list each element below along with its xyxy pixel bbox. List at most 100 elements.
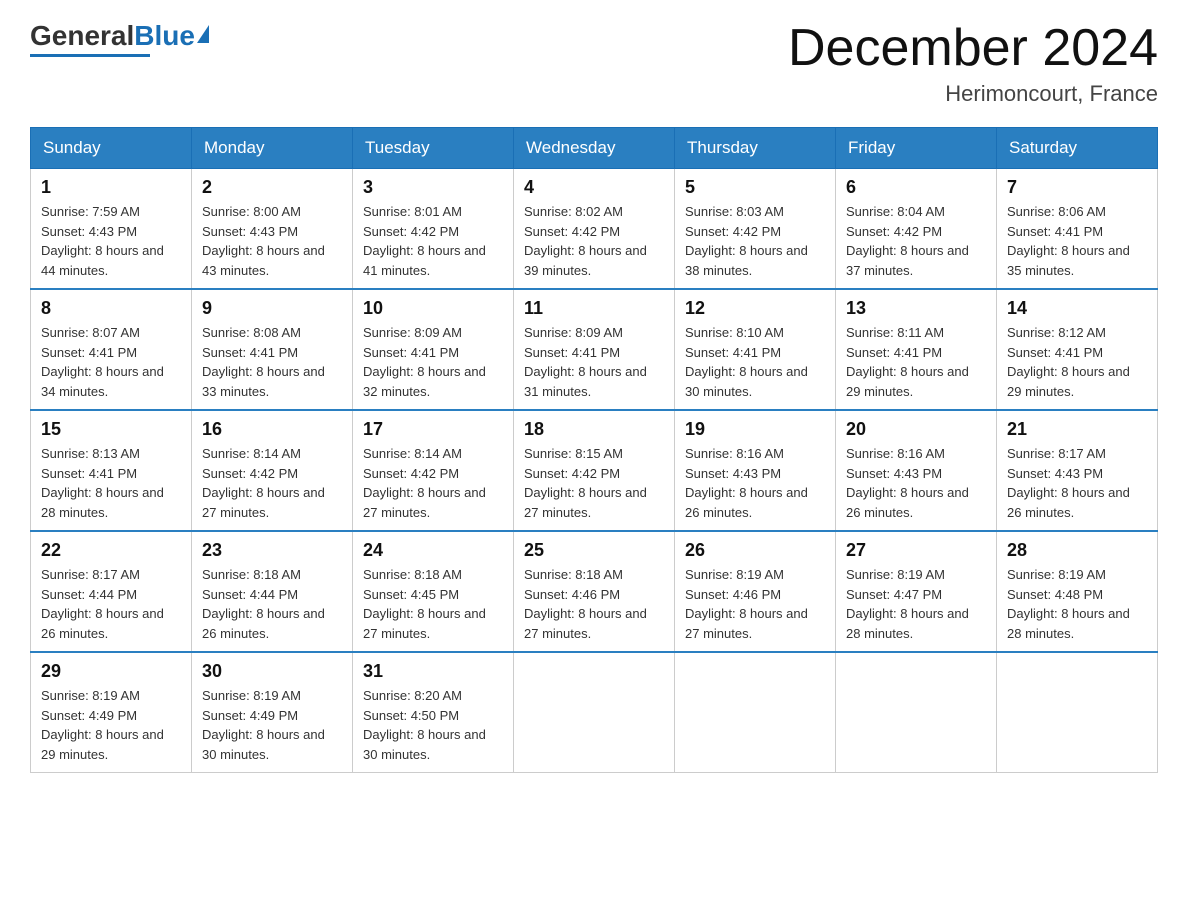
sunrise-label: Sunrise: 8:15 AM — [524, 446, 623, 461]
calendar-title: December 2024 — [788, 20, 1158, 77]
table-row: 27 Sunrise: 8:19 AM Sunset: 4:47 PM Dayl… — [836, 531, 997, 652]
table-row — [514, 652, 675, 773]
day-info: Sunrise: 8:01 AM Sunset: 4:42 PM Dayligh… — [363, 202, 503, 280]
sunrise-label: Sunrise: 8:11 AM — [846, 325, 944, 340]
day-info: Sunrise: 8:15 AM Sunset: 4:42 PM Dayligh… — [524, 444, 664, 522]
day-number: 13 — [846, 298, 986, 319]
day-info: Sunrise: 8:17 AM Sunset: 4:44 PM Dayligh… — [41, 565, 181, 643]
sunset-label: Sunset: 4:49 PM — [41, 708, 137, 723]
day-number: 31 — [363, 661, 503, 682]
table-row: 2 Sunrise: 8:00 AM Sunset: 4:43 PM Dayli… — [192, 169, 353, 290]
table-row: 22 Sunrise: 8:17 AM Sunset: 4:44 PM Dayl… — [31, 531, 192, 652]
sunset-label: Sunset: 4:43 PM — [685, 466, 781, 481]
sunset-label: Sunset: 4:45 PM — [363, 587, 459, 602]
logo-general: General — [30, 20, 134, 52]
table-row: 8 Sunrise: 8:07 AM Sunset: 4:41 PM Dayli… — [31, 289, 192, 410]
daylight-label: Daylight: 8 hours and 31 minutes. — [524, 364, 647, 399]
day-info: Sunrise: 8:19 AM Sunset: 4:49 PM Dayligh… — [202, 686, 342, 764]
col-wednesday: Wednesday — [514, 128, 675, 169]
day-number: 3 — [363, 177, 503, 198]
daylight-label: Daylight: 8 hours and 27 minutes. — [524, 606, 647, 641]
table-row: 6 Sunrise: 8:04 AM Sunset: 4:42 PM Dayli… — [836, 169, 997, 290]
logo-text: GeneralBlue — [30, 20, 209, 52]
calendar-week-row: 22 Sunrise: 8:17 AM Sunset: 4:44 PM Dayl… — [31, 531, 1158, 652]
col-tuesday: Tuesday — [353, 128, 514, 169]
sunset-label: Sunset: 4:41 PM — [524, 345, 620, 360]
daylight-label: Daylight: 8 hours and 26 minutes. — [41, 606, 164, 641]
col-thursday: Thursday — [675, 128, 836, 169]
day-number: 30 — [202, 661, 342, 682]
calendar-week-row: 1 Sunrise: 7:59 AM Sunset: 4:43 PM Dayli… — [31, 169, 1158, 290]
sunrise-label: Sunrise: 8:19 AM — [202, 688, 301, 703]
day-number: 27 — [846, 540, 986, 561]
sunset-label: Sunset: 4:43 PM — [202, 224, 298, 239]
col-monday: Monday — [192, 128, 353, 169]
sunset-label: Sunset: 4:41 PM — [202, 345, 298, 360]
sunset-label: Sunset: 4:41 PM — [1007, 345, 1103, 360]
daylight-label: Daylight: 8 hours and 34 minutes. — [41, 364, 164, 399]
calendar-week-row: 29 Sunrise: 8:19 AM Sunset: 4:49 PM Dayl… — [31, 652, 1158, 773]
sunrise-label: Sunrise: 8:19 AM — [1007, 567, 1106, 582]
day-number: 23 — [202, 540, 342, 561]
sunrise-label: Sunrise: 8:16 AM — [685, 446, 784, 461]
daylight-label: Daylight: 8 hours and 28 minutes. — [846, 606, 969, 641]
day-number: 6 — [846, 177, 986, 198]
table-row: 10 Sunrise: 8:09 AM Sunset: 4:41 PM Dayl… — [353, 289, 514, 410]
table-row: 30 Sunrise: 8:19 AM Sunset: 4:49 PM Dayl… — [192, 652, 353, 773]
sunset-label: Sunset: 4:41 PM — [846, 345, 942, 360]
day-info: Sunrise: 8:18 AM Sunset: 4:44 PM Dayligh… — [202, 565, 342, 643]
daylight-label: Daylight: 8 hours and 37 minutes. — [846, 243, 969, 278]
table-row: 14 Sunrise: 8:12 AM Sunset: 4:41 PM Dayl… — [997, 289, 1158, 410]
sunrise-label: Sunrise: 8:16 AM — [846, 446, 945, 461]
sunset-label: Sunset: 4:41 PM — [41, 345, 137, 360]
day-info: Sunrise: 7:59 AM Sunset: 4:43 PM Dayligh… — [41, 202, 181, 280]
sunset-label: Sunset: 4:42 PM — [524, 466, 620, 481]
day-info: Sunrise: 8:16 AM Sunset: 4:43 PM Dayligh… — [685, 444, 825, 522]
sunrise-label: Sunrise: 8:18 AM — [202, 567, 301, 582]
table-row: 4 Sunrise: 8:02 AM Sunset: 4:42 PM Dayli… — [514, 169, 675, 290]
sunrise-label: Sunrise: 8:00 AM — [202, 204, 301, 219]
sunrise-label: Sunrise: 8:19 AM — [846, 567, 945, 582]
table-row: 18 Sunrise: 8:15 AM Sunset: 4:42 PM Dayl… — [514, 410, 675, 531]
sunset-label: Sunset: 4:48 PM — [1007, 587, 1103, 602]
table-row: 19 Sunrise: 8:16 AM Sunset: 4:43 PM Dayl… — [675, 410, 836, 531]
daylight-label: Daylight: 8 hours and 27 minutes. — [363, 485, 486, 520]
sunrise-label: Sunrise: 8:18 AM — [363, 567, 462, 582]
day-info: Sunrise: 8:13 AM Sunset: 4:41 PM Dayligh… — [41, 444, 181, 522]
table-row: 26 Sunrise: 8:19 AM Sunset: 4:46 PM Dayl… — [675, 531, 836, 652]
sunrise-label: Sunrise: 8:07 AM — [41, 325, 140, 340]
day-number: 20 — [846, 419, 986, 440]
sunrise-label: Sunrise: 8:03 AM — [685, 204, 784, 219]
daylight-label: Daylight: 8 hours and 26 minutes. — [846, 485, 969, 520]
day-number: 15 — [41, 419, 181, 440]
sunrise-label: Sunrise: 8:09 AM — [524, 325, 623, 340]
logo-triangle-icon — [197, 25, 209, 43]
day-info: Sunrise: 8:06 AM Sunset: 4:41 PM Dayligh… — [1007, 202, 1147, 280]
sunrise-label: Sunrise: 8:13 AM — [41, 446, 140, 461]
sunset-label: Sunset: 4:42 PM — [524, 224, 620, 239]
day-info: Sunrise: 8:03 AM Sunset: 4:42 PM Dayligh… — [685, 202, 825, 280]
sunset-label: Sunset: 4:41 PM — [41, 466, 137, 481]
col-friday: Friday — [836, 128, 997, 169]
sunset-label: Sunset: 4:42 PM — [363, 224, 459, 239]
column-headers: Sunday Monday Tuesday Wednesday Thursday… — [31, 128, 1158, 169]
sunrise-label: Sunrise: 8:17 AM — [41, 567, 140, 582]
sunset-label: Sunset: 4:42 PM — [846, 224, 942, 239]
sunset-label: Sunset: 4:43 PM — [41, 224, 137, 239]
table-row: 29 Sunrise: 8:19 AM Sunset: 4:49 PM Dayl… — [31, 652, 192, 773]
day-number: 16 — [202, 419, 342, 440]
sunrise-label: Sunrise: 7:59 AM — [41, 204, 140, 219]
daylight-label: Daylight: 8 hours and 27 minutes. — [363, 606, 486, 641]
daylight-label: Daylight: 8 hours and 26 minutes. — [1007, 485, 1130, 520]
calendar-week-row: 15 Sunrise: 8:13 AM Sunset: 4:41 PM Dayl… — [31, 410, 1158, 531]
daylight-label: Daylight: 8 hours and 29 minutes. — [1007, 364, 1130, 399]
day-number: 25 — [524, 540, 664, 561]
day-info: Sunrise: 8:14 AM Sunset: 4:42 PM Dayligh… — [202, 444, 342, 522]
daylight-label: Daylight: 8 hours and 35 minutes. — [1007, 243, 1130, 278]
daylight-label: Daylight: 8 hours and 27 minutes. — [685, 606, 808, 641]
col-saturday: Saturday — [997, 128, 1158, 169]
daylight-label: Daylight: 8 hours and 30 minutes. — [363, 727, 486, 762]
table-row: 7 Sunrise: 8:06 AM Sunset: 4:41 PM Dayli… — [997, 169, 1158, 290]
table-row: 23 Sunrise: 8:18 AM Sunset: 4:44 PM Dayl… — [192, 531, 353, 652]
logo-blue: Blue — [134, 20, 195, 52]
